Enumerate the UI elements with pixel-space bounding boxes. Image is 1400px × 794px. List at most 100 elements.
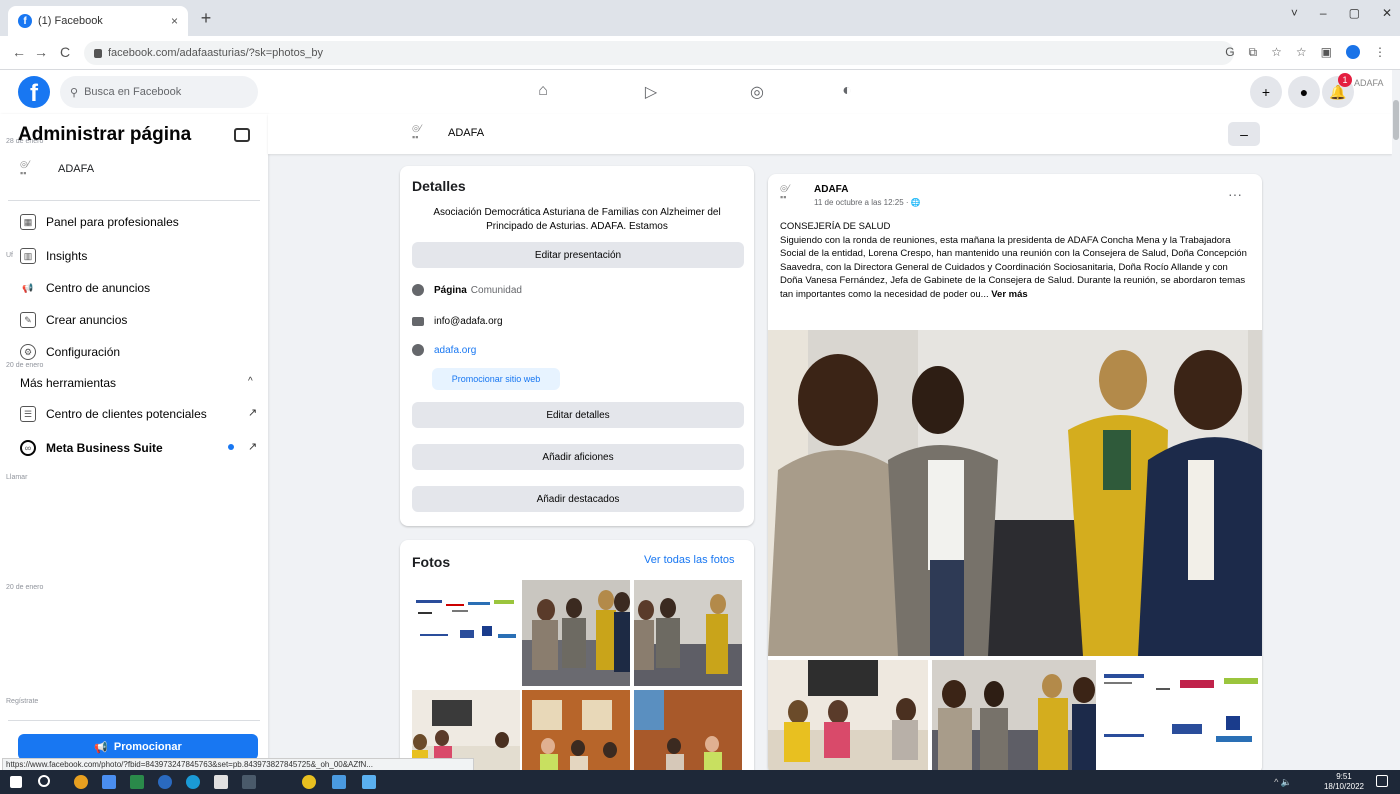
divider bbox=[8, 720, 260, 721]
page-identity[interactable]: ◎⁄ ▪▪ ADAFA bbox=[412, 124, 484, 142]
forward-icon[interactable]: → bbox=[32, 44, 50, 60]
photo-thumbnail[interactable] bbox=[412, 580, 520, 686]
app-icon[interactable] bbox=[102, 775, 116, 789]
taskbar-clock[interactable]: 9:51 18/10/2022 bbox=[1324, 772, 1364, 792]
notification-center-icon[interactable] bbox=[1376, 775, 1388, 787]
photo-thumbnail[interactable] bbox=[634, 690, 742, 780]
lock-icon bbox=[94, 48, 102, 58]
search-icon[interactable] bbox=[38, 775, 50, 787]
post-menu-icon[interactable]: ··· bbox=[1228, 186, 1242, 202]
browser-tab[interactable]: f (1) Facebook × bbox=[8, 6, 188, 36]
maximize-button[interactable]: ▢ bbox=[1349, 6, 1360, 20]
edge-icon[interactable] bbox=[158, 775, 172, 789]
app-icon[interactable] bbox=[74, 775, 88, 789]
watch-icon[interactable]: ▷ bbox=[640, 82, 662, 102]
external-link-icon: ↗ bbox=[248, 441, 258, 453]
email-value[interactable]: info@adafa.org bbox=[434, 316, 503, 327]
sidebar-item-ad-center[interactable]: 📢 Centro de anuncios bbox=[20, 280, 150, 296]
ghost-date: 20 de enero bbox=[6, 584, 44, 591]
facebook-logo-icon[interactable]: f bbox=[18, 76, 50, 108]
edit-details-button[interactable]: Editar detalles bbox=[412, 402, 744, 428]
chrome-menu-icon[interactable]: ⋮ bbox=[1374, 45, 1386, 60]
windows-start-icon[interactable] bbox=[10, 776, 22, 788]
see-all-photos-link[interactable]: Ver todas las fotos bbox=[644, 554, 735, 566]
group-photo-image bbox=[634, 690, 742, 780]
add-featured-button[interactable]: Añadir destacados bbox=[412, 486, 744, 512]
ghost-date: 20 de enero bbox=[6, 362, 44, 369]
create-button[interactable]: + bbox=[1250, 76, 1282, 108]
office-meeting-image bbox=[768, 660, 928, 774]
post-main-photo[interactable] bbox=[768, 330, 1262, 656]
sidebar-item-panel[interactable]: ▦ Panel para profesionales bbox=[20, 214, 179, 230]
sidebar-item-leads-center[interactable]: ☰ Centro de clientes potenciales bbox=[20, 406, 207, 422]
app-icon[interactable] bbox=[332, 775, 346, 789]
adafa-logo-icon[interactable]: ◎⁄ ▪▪ bbox=[780, 184, 804, 207]
messenger-icon[interactable]: ● bbox=[1288, 76, 1320, 108]
app-icon[interactable] bbox=[186, 775, 200, 789]
new-tab-button[interactable]: + bbox=[196, 8, 216, 28]
url-field[interactable]: facebook.com/adafaasturias/?sk=photos_by bbox=[84, 41, 1234, 65]
add-hobbies-button[interactable]: Añadir aficiones bbox=[412, 444, 744, 470]
gear-icon: ⚙ bbox=[20, 344, 36, 360]
app-icon[interactable] bbox=[362, 775, 376, 789]
post-author[interactable]: ADAFA bbox=[814, 184, 921, 195]
sidebar-item-meta-business-suite[interactable]: ∞ Meta Business Suite bbox=[20, 440, 163, 456]
tab-close-icon[interactable]: × bbox=[171, 14, 178, 28]
megaphone-icon: 📢 bbox=[22, 282, 34, 293]
see-more-link[interactable]: Ver más bbox=[991, 289, 1027, 300]
sidebar-item-create-ads[interactable]: ✎ Crear anuncios bbox=[20, 312, 127, 328]
scrollbar-thumb[interactable] bbox=[1393, 100, 1399, 140]
back-icon[interactable]: ← bbox=[10, 44, 28, 60]
reload-icon[interactable]: C bbox=[56, 44, 74, 60]
chevron-up-icon[interactable]: ^ bbox=[248, 376, 253, 387]
external-link-icon: ↗ bbox=[248, 407, 258, 419]
groups-icon[interactable]: ◎ bbox=[746, 82, 768, 102]
post-timestamp[interactable]: 11 de octubre a las 12:25 · 🌐 bbox=[814, 198, 921, 207]
bookmark-star-icon[interactable]: ☆ bbox=[1271, 45, 1282, 60]
promote-website-button[interactable]: Promocionar sitio web bbox=[432, 368, 560, 390]
photos-title: Fotos bbox=[412, 554, 451, 570]
gaming-icon[interactable]: ◐ bbox=[836, 82, 858, 102]
meeting-photo-image bbox=[522, 580, 630, 686]
more-tools-heading[interactable]: Más herramientas bbox=[20, 376, 116, 390]
post-gallery-photo[interactable] bbox=[768, 660, 928, 774]
edit-intro-button[interactable]: Editar presentación bbox=[412, 242, 744, 268]
profile-icon[interactable] bbox=[1346, 45, 1360, 59]
page-options-button[interactable]: – bbox=[1228, 122, 1260, 146]
post-text: CONSEJERÍA DE SALUD Siguiendo con la ron… bbox=[780, 220, 1250, 301]
account-avatar[interactable]: ADAFA bbox=[1354, 78, 1384, 88]
post-gallery-photo[interactable] bbox=[1100, 660, 1262, 774]
page-scrollbar[interactable] bbox=[1392, 70, 1400, 770]
minimize-button[interactable]: – bbox=[1320, 6, 1327, 20]
category-row: Página Comunidad bbox=[412, 284, 522, 296]
sidebar-item-settings[interactable]: ⚙ Configuración bbox=[20, 344, 120, 360]
promote-button[interactable]: 📢 Promocionar bbox=[18, 734, 258, 760]
app-icon[interactable] bbox=[130, 775, 144, 789]
google-lens-icon[interactable]: G bbox=[1225, 45, 1234, 60]
close-window-button[interactable]: ✕ bbox=[1382, 6, 1392, 20]
windows-taskbar: ^ 🔈 9:51 18/10/2022 bbox=[0, 770, 1400, 794]
photo-thumbnail[interactable] bbox=[634, 580, 742, 686]
sidebar-page-selector[interactable]: ◎⁄ ▪▪ ADAFA bbox=[20, 160, 94, 178]
post-gallery-photo[interactable] bbox=[932, 660, 1096, 774]
search-input[interactable]: ⚲ Busca en Facebook bbox=[60, 76, 258, 108]
sidebar-item-label: Crear anuncios bbox=[46, 313, 128, 327]
photo-thumbnail[interactable] bbox=[522, 580, 630, 686]
sidebar-item-label: Configuración bbox=[46, 345, 121, 359]
home-icon[interactable]: ⌂ bbox=[532, 82, 554, 102]
group-photo-image bbox=[522, 690, 630, 780]
collapse-sidebar-icon[interactable] bbox=[234, 128, 250, 142]
photo-thumbnail[interactable] bbox=[522, 690, 630, 780]
post-header: ◎⁄ ▪▪ ADAFA 11 de octubre a las 12:25 · 🌐 bbox=[780, 184, 921, 208]
tab-search-icon[interactable]: ˅ bbox=[1291, 6, 1298, 20]
system-tray[interactable]: ^ 🔈 bbox=[1274, 777, 1292, 788]
app-icon[interactable] bbox=[242, 775, 256, 789]
category-value: Comunidad bbox=[470, 284, 522, 296]
sidebar-item-insights[interactable]: ▥ Insights bbox=[20, 248, 87, 264]
chrome-icon[interactable] bbox=[302, 775, 316, 789]
website-link[interactable]: adafa.org bbox=[434, 345, 476, 356]
sidepanel-icon[interactable]: ▣ bbox=[1321, 45, 1332, 60]
share-icon[interactable]: ⧉ bbox=[1249, 45, 1258, 60]
file-explorer-icon[interactable] bbox=[214, 775, 228, 789]
extensions-icon[interactable]: ☆ bbox=[1296, 45, 1307, 60]
